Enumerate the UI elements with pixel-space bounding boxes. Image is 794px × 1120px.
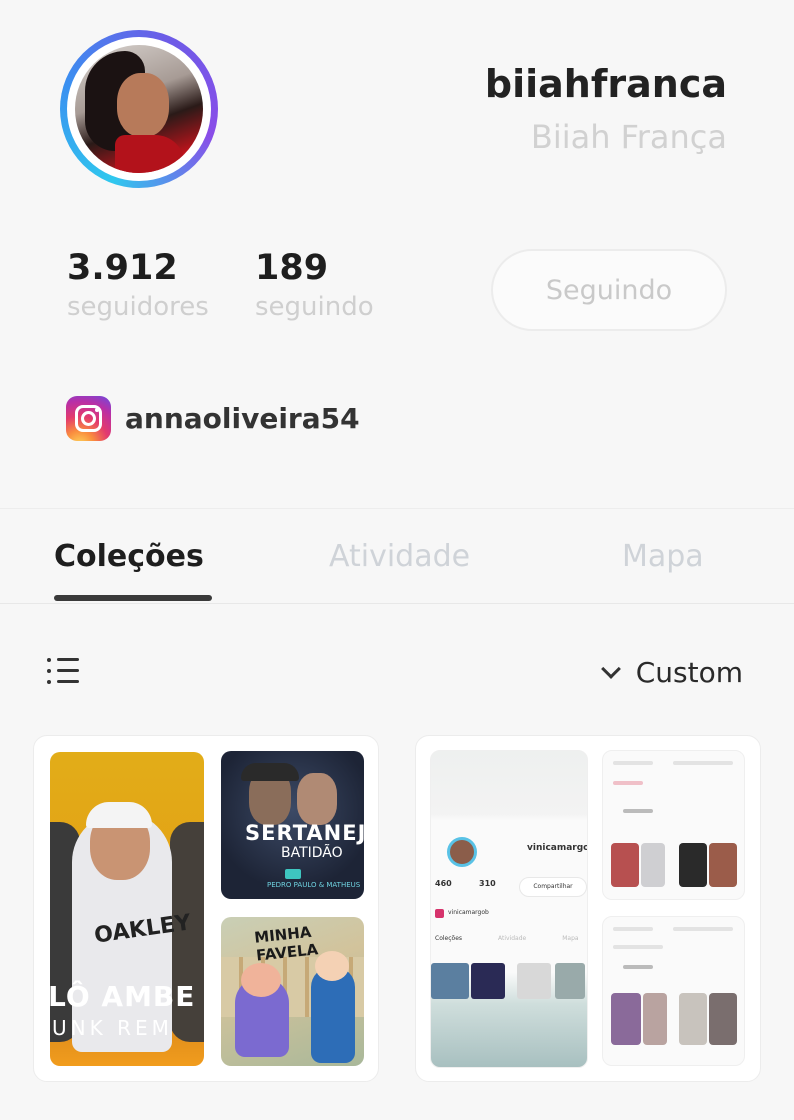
- thumbnail-artist: PEDRO PAULO & MATHEUS: [267, 881, 361, 889]
- instagram-icon: [435, 909, 444, 918]
- active-tab-indicator: [54, 595, 212, 601]
- collection-card[interactable]: vinicamargob 460 310 Compartilhar vinica…: [415, 735, 761, 1082]
- collections-toolbar: Custom: [0, 640, 794, 700]
- collection-thumbnail-sertanejo: SERTANEJO BATIDÃO PEDRO PAULO & MATHEUS: [221, 751, 364, 899]
- tab-atividade[interactable]: Atividade: [329, 539, 470, 574]
- mini-share-button: Compartilhar: [519, 877, 587, 897]
- followers-count: 3.912: [67, 248, 178, 288]
- collection-thumbnail-screenshot: [602, 750, 745, 900]
- thumbnail-title: LÔ AMBE: [50, 980, 196, 1013]
- instagram-handle: annaoliveira54: [125, 402, 360, 435]
- profile-tabs: Coleções Atividade Mapa: [0, 508, 794, 604]
- username: biiahfranca: [484, 62, 727, 106]
- full-name: Biiah França: [530, 118, 727, 156]
- sort-label: Custom: [635, 656, 743, 689]
- sort-dropdown[interactable]: Custom: [600, 656, 743, 689]
- following-count: 189: [255, 248, 329, 288]
- profile-header: biiahfranca Biiah França 3.912 seguidore…: [0, 0, 794, 508]
- collection-thumbnail-screenshot: [602, 916, 745, 1066]
- mini-followers: 460: [435, 879, 452, 888]
- avatar[interactable]: [60, 30, 218, 188]
- mini-username: vinicamargob: [527, 843, 587, 853]
- mini-tabs: Coleções Atividade Mapa: [435, 935, 579, 942]
- followers-stat[interactable]: 3.912 seguidores: [67, 248, 209, 322]
- avatar-photo: [75, 45, 203, 173]
- thumbnail-subtitle: BATIDÃO: [281, 845, 343, 861]
- tab-mapa[interactable]: Mapa: [622, 539, 704, 574]
- collection-card[interactable]: OAKLEY LÔ AMBE UNK REM SERTANEJO BATIDÃO…: [33, 735, 379, 1082]
- instagram-link[interactable]: annaoliveira54: [66, 396, 360, 441]
- chevron-down-icon: [600, 658, 621, 679]
- thumbnail-subtitle: UNK REM: [52, 1016, 173, 1040]
- mini-instagram-handle: vinicamargob: [448, 909, 489, 916]
- collection-thumbnail-funk: OAKLEY LÔ AMBE UNK REM: [50, 752, 204, 1066]
- following-label: seguindo: [255, 292, 374, 322]
- followers-label: seguidores: [67, 292, 209, 322]
- following-button[interactable]: Seguindo: [491, 249, 727, 331]
- following-stat[interactable]: 189 seguindo: [255, 248, 374, 322]
- tab-colecoes[interactable]: Coleções: [54, 539, 204, 574]
- list-view-icon[interactable]: [47, 656, 81, 690]
- instagram-icon: [66, 396, 111, 441]
- collection-thumbnail-profile-screenshot: vinicamargob 460 310 Compartilhar vinica…: [430, 750, 588, 1068]
- collection-thumbnail-favela: MINHA FAVELA: [221, 917, 364, 1066]
- thumbnail-title: SERTANEJO: [245, 821, 364, 845]
- mini-following: 310: [479, 879, 496, 888]
